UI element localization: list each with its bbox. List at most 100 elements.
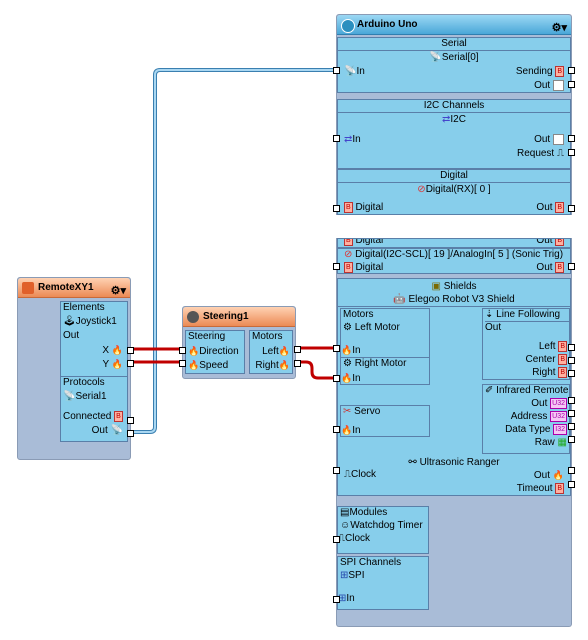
request-label: Request ⎍ <box>516 148 564 159</box>
steering-title-bar[interactable]: Steering1 <box>183 307 295 327</box>
ir-address-pin[interactable] <box>568 410 575 417</box>
i2c-out-label: Out <box>534 134 564 146</box>
serial-out-pin[interactable] <box>568 81 575 88</box>
us-out-label: Out 🔥 <box>533 470 564 481</box>
ir-raw-label: Raw ▦ <box>534 437 567 448</box>
servo-in-label: 🔥In <box>341 425 361 436</box>
serial-header: Serial <box>338 38 570 51</box>
digital-scl-section: ⊘ Digital(I2C-SCL)[ 19 ]/AnalogIn[ 5 ] (… <box>337 248 571 274</box>
request-pin[interactable] <box>568 149 575 156</box>
clock-pin[interactable] <box>333 467 340 474</box>
right-motor-label[interactable]: ⚙ Right Motor <box>343 358 406 370</box>
lf-left-label: Left B <box>538 341 567 353</box>
remotexy-protocols-section: Protocols 📡Serial1 Connected B Out 📡 <box>60 376 128 442</box>
us-out-pin[interactable] <box>568 467 575 474</box>
ir-datatype-label: Data Type I32 <box>505 424 567 436</box>
digital-icon: ⊘ <box>417 184 426 195</box>
digital-scl-label[interactable]: ⊘ Digital(I2C-SCL)[ 19 ]/AnalogIn[ 5 ] (… <box>344 249 563 261</box>
settings-tools-icon[interactable]: ⚙▾ <box>111 281 126 301</box>
servo-label[interactable]: ✂ Servo <box>343 406 380 418</box>
protocols-label: Protocols <box>63 377 105 388</box>
i2c-in-label: ⇄In <box>344 134 361 145</box>
ir-out-pin[interactable] <box>568 397 575 404</box>
i2c-in-pin[interactable] <box>333 135 340 142</box>
modules-section: ▤Modules ☺Watchdog Timer ⎍Clock <box>337 506 429 554</box>
shield-motors-label: Motors <box>343 309 374 320</box>
infrared-label[interactable]: ✐ Infrared Remote <box>485 385 568 397</box>
i2c-out-pin[interactable] <box>568 135 575 142</box>
digital-scl-out-label: Out B <box>536 262 564 274</box>
sensor-icon: ⚯ <box>408 457 417 468</box>
timeout-pin[interactable] <box>568 481 575 488</box>
left-motor-label[interactable]: ⚙ Left Motor <box>343 322 400 334</box>
joystick-item[interactable]: 🕹Joystick1 <box>63 316 117 328</box>
digital-scl-in-pin[interactable] <box>333 263 340 270</box>
x-output-pin[interactable] <box>127 347 134 354</box>
remotexy-title-bar[interactable]: RemoteXY1 ⚙▾ <box>18 278 130 298</box>
spi-section: SPI Channels ⊞SPI ⊞In <box>337 556 429 610</box>
elements-label: Elements <box>63 302 105 313</box>
steering-component[interactable]: Steering1 Steering 🔥Direction 🔥Speed Mot… <box>179 306 301 379</box>
speed-pin-label: 🔥Speed <box>188 360 229 371</box>
serial0-label[interactable]: 📡Serial[0] <box>338 52 570 64</box>
digital-rx-label[interactable]: ⊘Digital(RX)[ 0 ] <box>338 184 570 196</box>
digital-top-in-label: B Digital <box>344 239 383 247</box>
arduino-lower-component[interactable]: B Digital Out B ⊘ Digital(I2C-SCL)[ 19 ]… <box>333 238 575 627</box>
serial-item[interactable]: 📡Serial1 <box>63 391 107 403</box>
remotexy-icon <box>22 282 34 294</box>
robot-icon: 🤖 <box>393 294 406 305</box>
serial-in-pin[interactable] <box>333 67 340 74</box>
right-motor-wire <box>296 360 334 380</box>
i2c-label[interactable]: ⇄I2C <box>338 114 570 126</box>
joystick-icon: 🕹 <box>63 316 76 327</box>
shields-section: ▣ Shields 🤖 Elegoo Robot V3 Shield Motor… <box>337 278 571 496</box>
out2-output-pin[interactable] <box>127 430 134 437</box>
wd-clock-label: ⎍Clock <box>338 533 371 544</box>
joystick-label: Joystick1 <box>75 316 117 327</box>
left-motor-in-pin[interactable] <box>333 345 340 352</box>
ir-out-label: Out U32 <box>531 398 567 410</box>
watchdog-label[interactable]: ☺Watchdog Timer <box>340 520 423 532</box>
shields-label: ▣ Shields <box>431 281 477 292</box>
i2c-section: I2C Channels ⇄I2C ⇄In Out Request ⎍ <box>337 99 571 169</box>
remotexy-component[interactable]: RemoteXY1 ⚙▾ Elements 🕹Joystick1 Out X 🔥… <box>17 277 134 460</box>
connected-output-pin[interactable] <box>127 417 134 424</box>
line-following-label[interactable]: ⇣ Line Following <box>485 309 560 321</box>
speed-input-pin[interactable] <box>179 360 186 367</box>
digital-section: Digital ⊘Digital(RX)[ 0 ] B Digital Out … <box>337 169 571 215</box>
steering-title: Steering1 <box>203 311 249 322</box>
digital-scl-out-pin[interactable] <box>568 263 575 270</box>
arduino-component[interactable]: Arduino Uno ⚙▾ Serial 📡Serial[0] 📡In Sen… <box>333 14 575 215</box>
spi-in-pin[interactable] <box>333 596 340 603</box>
lf-center-pin[interactable] <box>568 357 575 364</box>
shield-name[interactable]: 🤖 Elegoo Robot V3 Shield <box>338 294 570 307</box>
remote-icon: ✐ <box>485 385 494 396</box>
left-output-pin[interactable] <box>294 346 301 353</box>
ultrasonic-label[interactable]: ⚯ Ultrasonic Ranger <box>338 457 570 469</box>
y-pin-label: Y 🔥 <box>102 359 124 370</box>
lf-left-pin[interactable] <box>568 344 575 351</box>
lf-right-pin[interactable] <box>568 370 575 377</box>
motor-icon: ⚙ <box>343 322 352 333</box>
servo-in-pin[interactable] <box>333 426 340 433</box>
arduino-title-bar[interactable]: Arduino Uno ⚙▾ <box>337 15 571 35</box>
y-output-pin[interactable] <box>127 360 134 367</box>
digital-out-pin[interactable] <box>568 205 575 212</box>
serial-in-label: 📡In <box>344 66 365 77</box>
ir-raw-pin[interactable] <box>568 436 575 443</box>
direction-input-pin[interactable] <box>179 347 186 354</box>
arduino-settings-tools-icon[interactable]: ⚙▾ <box>552 18 567 38</box>
right-output-pin[interactable] <box>294 360 301 367</box>
timeout-label: Timeout B <box>516 483 564 495</box>
wd-clock-pin[interactable] <box>333 536 340 543</box>
ir-datatype-pin[interactable] <box>568 423 575 430</box>
x-pin-label: X 🔥 <box>102 345 123 356</box>
digital-header: Digital <box>338 170 570 183</box>
spi-label[interactable]: ⊞SPI <box>340 570 365 582</box>
spi-channels-label: SPI Channels <box>340 557 402 568</box>
right-motor-in-pin[interactable] <box>333 375 340 382</box>
serial-out-label: Out <box>534 80 564 92</box>
arduino-icon <box>341 19 355 33</box>
digital-in-pin[interactable] <box>333 205 340 212</box>
sending-pin[interactable] <box>568 67 575 74</box>
